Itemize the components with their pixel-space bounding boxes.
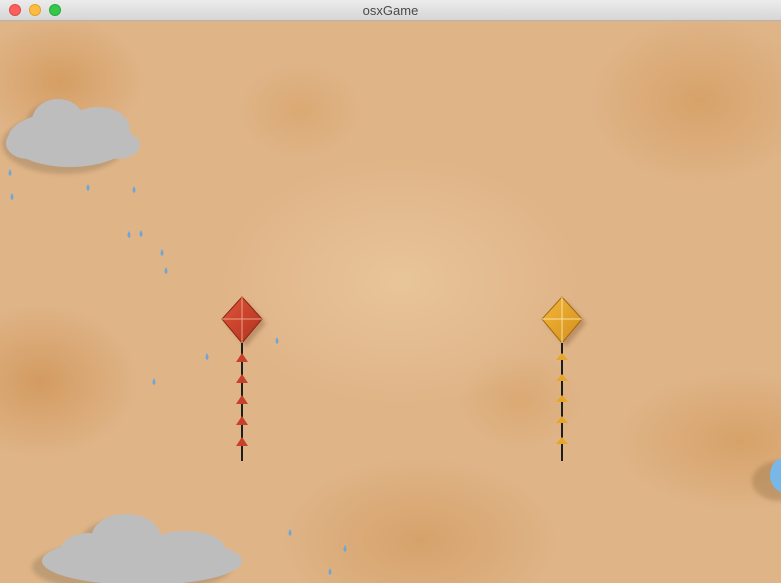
game-window: osxGame	[0, 0, 781, 583]
raindrop	[288, 529, 292, 536]
raindrop	[10, 193, 14, 200]
raindrop	[205, 353, 209, 360]
raindrop	[343, 545, 347, 552]
red-kite[interactable]	[221, 296, 266, 461]
raindrop	[160, 249, 164, 256]
raindrop	[328, 568, 332, 575]
raindrop	[8, 169, 12, 176]
game-scene[interactable]	[0, 21, 781, 583]
raindrop	[139, 230, 143, 237]
scene-canvas	[2, 99, 781, 583]
cloud-bottom-left	[32, 514, 242, 583]
cloud-top-left	[2, 99, 140, 174]
title-bar[interactable]: osxGame	[0, 0, 781, 21]
raindrop	[152, 378, 156, 385]
raindrops	[8, 169, 347, 575]
window-title: osxGame	[362, 3, 419, 18]
raindrop	[127, 231, 131, 238]
raindrop	[164, 267, 168, 274]
raindrop	[86, 184, 90, 191]
balloon-right-edge	[752, 457, 781, 501]
raindrop	[275, 337, 279, 344]
raindrop	[132, 186, 136, 193]
yellow-kite[interactable]	[541, 296, 586, 461]
